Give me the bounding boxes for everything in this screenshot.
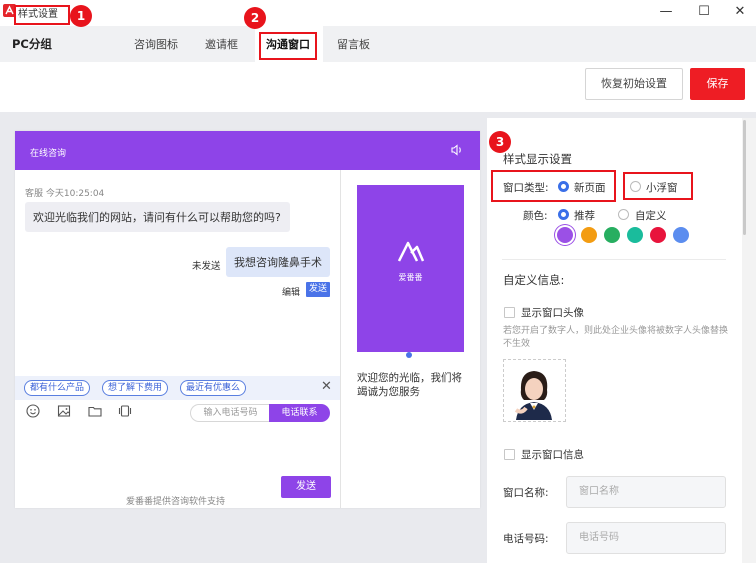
color-label: 颜色: [523, 210, 548, 222]
folder-icon[interactable] [87, 403, 103, 419]
save-button[interactable]: 保存 [690, 68, 745, 100]
quick-reply-chip[interactable]: 都有什么产品 [24, 380, 91, 396]
radio-color-custom[interactable] [618, 209, 629, 220]
promo-brand: 爱番番 [398, 273, 423, 282]
annotation-badge-3: 3 [489, 131, 511, 153]
color-swatch-purple[interactable] [557, 227, 573, 243]
tab-message-board[interactable]: 留言板 [337, 36, 370, 52]
quick-reply-chip[interactable]: 最近有优惠么 [180, 380, 247, 396]
show-avatar-checkbox[interactable] [504, 307, 515, 318]
speaker-icon[interactable] [449, 142, 465, 158]
avatar-hint: 若您开启了数字人，则此处企业头像将被数字人头像替换不生效 [503, 326, 729, 349]
edit-link[interactable]: 编辑 [282, 285, 300, 298]
phone-input[interactable]: 电话号码 [566, 522, 726, 554]
window-name-label: 窗口名称: [503, 487, 549, 499]
call-button[interactable]: 电话联系 [269, 404, 330, 422]
send-button[interactable]: 发送 [281, 476, 331, 498]
unsent-label: 未发送 [192, 261, 221, 272]
promo-text: 欢迎您的光临，我们将竭诚为您服务 [357, 372, 462, 398]
annotation-box-2 [259, 32, 317, 60]
title-bar [0, 0, 756, 26]
phone-number-input[interactable]: 输入电话号码 [190, 404, 270, 422]
image-icon[interactable] [56, 403, 72, 419]
maximize-button[interactable]: ☐ [694, 3, 714, 21]
outgoing-message: 我想咨询隆鼻手术 [226, 247, 330, 277]
reset-defaults-button[interactable]: 恢复初始设置 [585, 68, 683, 100]
color-swatch-orange[interactable] [581, 227, 597, 243]
show-info-checkbox[interactable] [504, 449, 515, 460]
show-info-label[interactable]: 显示窗口信息 [521, 447, 584, 462]
scrollbar-thumb[interactable] [743, 120, 746, 235]
chat-header [15, 131, 480, 170]
section-title: 样式显示设置 [503, 152, 572, 166]
radio-color-custom-label[interactable]: 自定义 [635, 208, 667, 223]
radio-color-recommended-label[interactable]: 推荐 [574, 208, 595, 223]
radio-color-recommended[interactable] [558, 209, 569, 220]
tab-bar [0, 26, 756, 62]
annotation-badge-2: 2 [244, 7, 266, 29]
color-swatch-blue[interactable] [673, 227, 689, 243]
brand-logo-icon [397, 241, 425, 262]
promo-banner [357, 185, 464, 352]
chat-header-title: 在线咨询 [30, 149, 67, 159]
chat-divider [340, 170, 341, 508]
emoji-icon[interactable] [25, 403, 41, 419]
annotation-box-3a [491, 170, 616, 202]
close-quick-replies-icon[interactable]: ✕ [321, 379, 332, 394]
group-label: PC分组 [12, 37, 52, 51]
phone-label: 电话号码: [503, 533, 549, 545]
minimize-button[interactable]: — [656, 3, 676, 21]
powered-by-text: 爱番番提供咨询软件支持 [126, 497, 226, 507]
divider [502, 259, 726, 260]
close-window-button[interactable]: ✕ [730, 3, 750, 21]
tab-consult-icon[interactable]: 咨询图标 [134, 36, 178, 52]
color-swatch-teal[interactable] [627, 227, 643, 243]
color-swatch-green[interactable] [604, 227, 620, 243]
message-meta: 客服 今天10:25:04 [25, 189, 105, 199]
avatar-upload[interactable] [503, 359, 566, 422]
quick-reply-chip[interactable]: 想了解下费用 [102, 380, 169, 396]
incoming-message: 欢迎光临我们的网站，请问有什么可以帮助您的吗? [25, 202, 290, 232]
tab-invite-box[interactable]: 邀请框 [205, 36, 238, 52]
annotation-badge-1: 1 [70, 5, 92, 27]
send-tag[interactable]: 发送 [306, 282, 330, 297]
annotation-box-3b [623, 172, 693, 200]
carousel-dot[interactable] [406, 352, 412, 358]
window-name-input[interactable]: 窗口名称 [566, 476, 726, 508]
annotation-box-1 [14, 5, 70, 25]
avatar-image [514, 371, 552, 420]
screenshot-icon[interactable] [117, 403, 133, 419]
show-avatar-label[interactable]: 显示窗口头像 [521, 305, 584, 320]
color-swatch-red[interactable] [650, 227, 666, 243]
custom-info-title: 自定义信息: [503, 273, 565, 287]
